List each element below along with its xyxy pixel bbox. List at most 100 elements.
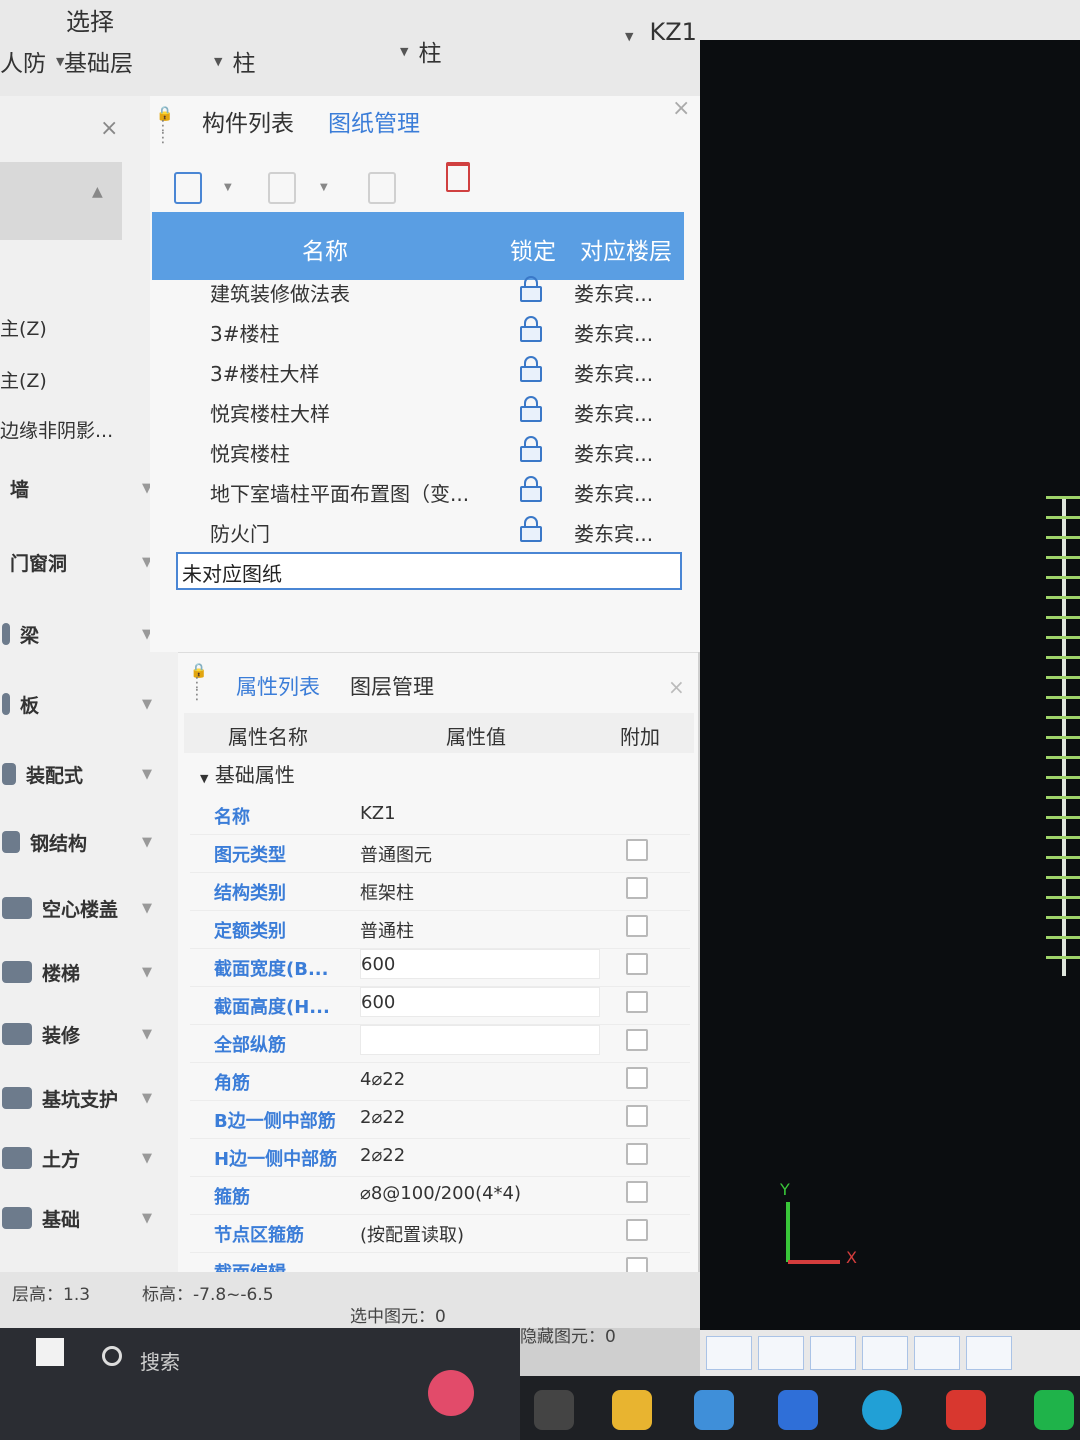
tab-drawing-management[interactable]: 图纸管理 bbox=[328, 104, 420, 138]
column-floor[interactable]: 对应楼层 bbox=[580, 232, 672, 266]
delete-icon[interactable] bbox=[446, 162, 470, 192]
extra-checkbox[interactable] bbox=[626, 1181, 648, 1203]
store-icon[interactable] bbox=[694, 1390, 734, 1430]
civil-defense-combo[interactable]: 人防 ▼ bbox=[0, 44, 64, 78]
search-icon[interactable] bbox=[102, 1346, 122, 1366]
property-value[interactable]: 普通柱 bbox=[360, 917, 600, 947]
property-row[interactable]: 定额类别 普通柱 bbox=[190, 909, 690, 949]
property-row[interactable]: 箍筋 ⌀8@100/200(4*4) bbox=[190, 1175, 690, 1215]
property-row[interactable]: H边一侧中部筋 2⌀22 bbox=[190, 1137, 690, 1177]
property-row[interactable]: 图元类型 普通图元 bbox=[190, 833, 690, 873]
sidebar-cat-slab[interactable]: 板 ▼ bbox=[0, 684, 178, 724]
wps-icon[interactable] bbox=[946, 1390, 986, 1430]
extra-checkbox[interactable] bbox=[626, 915, 648, 937]
copy-drawing-icon[interactable] bbox=[268, 172, 296, 204]
windows-start-icon[interactable] bbox=[36, 1338, 64, 1366]
group-basic-properties[interactable]: ▼ 基础属性 bbox=[200, 759, 295, 788]
add-drawing-icon[interactable] bbox=[174, 172, 202, 204]
sidebar-item-column-2[interactable]: 主(Z) bbox=[0, 366, 47, 393]
component-name-combo[interactable]: ▼ KZ1 bbox=[625, 18, 697, 46]
extra-checkbox[interactable] bbox=[626, 1219, 648, 1241]
sidebar-cat-earthwork[interactable]: 土方 ▼ bbox=[0, 1138, 178, 1178]
drawing-row[interactable]: 悦宾楼柱大样 娄东宾... bbox=[174, 392, 684, 432]
close-icon[interactable]: × bbox=[100, 116, 118, 141]
property-value[interactable]: 框架柱 bbox=[360, 879, 600, 909]
property-row[interactable]: B边一侧中部筋 2⌀22 bbox=[190, 1099, 690, 1139]
lock-icon[interactable] bbox=[520, 356, 542, 382]
sidebar-cat-steel[interactable]: 钢结构 ▼ bbox=[0, 822, 178, 862]
tab-component-list[interactable]: 构件列表 bbox=[202, 104, 294, 138]
tab-property-list[interactable]: 属性列表 bbox=[236, 671, 320, 701]
lock-icon[interactable] bbox=[520, 316, 542, 342]
property-value[interactable]: KZ1 bbox=[360, 803, 600, 833]
select-label[interactable]: 选择 bbox=[66, 2, 114, 37]
cross-select-icon[interactable] bbox=[862, 1336, 908, 1370]
drawing-row[interactable]: 3#楼柱大样 娄东宾... bbox=[174, 352, 684, 392]
extra-checkbox[interactable] bbox=[626, 1029, 648, 1051]
lock-icon[interactable] bbox=[520, 476, 542, 502]
property-value[interactable]: ⌀8@100/200(4*4) bbox=[360, 1183, 600, 1213]
property-value[interactable]: 4⌀22 bbox=[360, 1069, 600, 1099]
sidebar-cat-pit-support[interactable]: 基坑支护 ▼ bbox=[0, 1078, 178, 1118]
component-subtype-combo[interactable]: ▼ 柱 bbox=[400, 34, 441, 68]
extra-checkbox[interactable] bbox=[626, 953, 648, 975]
angle-icon[interactable] bbox=[914, 1336, 960, 1370]
ortho-icon[interactable] bbox=[706, 1336, 752, 1370]
extra-checkbox[interactable] bbox=[626, 877, 648, 899]
select-box-icon[interactable] bbox=[758, 1336, 804, 1370]
snap-icon[interactable] bbox=[966, 1336, 1012, 1370]
extra-checkbox[interactable] bbox=[626, 991, 648, 1013]
column-lock[interactable]: 锁定 bbox=[510, 232, 556, 266]
extra-checkbox[interactable] bbox=[626, 839, 648, 861]
sidebar-cat-stairs[interactable]: 楼梯 ▼ bbox=[0, 952, 178, 992]
drawing-row[interactable]: 地下室墙柱平面布置图（变... 娄东宾... bbox=[174, 472, 684, 512]
lock-grip-icon[interactable]: 🔒 ⋮ ⋮ bbox=[190, 664, 207, 702]
property-row[interactable]: 截面高度(H... 600 bbox=[190, 985, 690, 1025]
property-value[interactable]: 普通图元 bbox=[360, 841, 600, 871]
unassigned-drawings-row[interactable]: 未对应图纸 bbox=[176, 552, 682, 590]
property-row[interactable]: 名称 KZ1 bbox=[190, 795, 690, 835]
property-row[interactable]: 截面宽度(B... 600 bbox=[190, 947, 690, 987]
split-drawing-icon[interactable] bbox=[368, 172, 396, 204]
lock-icon[interactable] bbox=[520, 516, 542, 542]
property-value[interactable]: (按配置读取) bbox=[360, 1221, 600, 1251]
property-value[interactable]: 2⌀22 bbox=[360, 1145, 600, 1175]
property-row[interactable]: 结构类别 框架柱 bbox=[190, 871, 690, 911]
property-value[interactable]: 600 bbox=[360, 987, 600, 1017]
close-icon[interactable]: × bbox=[668, 675, 685, 699]
close-icon[interactable]: × bbox=[672, 96, 690, 121]
property-value[interactable] bbox=[360, 1025, 600, 1055]
column-name[interactable]: 名称 bbox=[302, 232, 348, 266]
lock-icon[interactable] bbox=[520, 276, 542, 302]
drawing-row[interactable]: 3#楼柱 娄东宾... bbox=[174, 312, 684, 352]
lock-icon[interactable] bbox=[520, 436, 542, 462]
tab-layer-management[interactable]: 图层管理 bbox=[350, 671, 434, 701]
chevron-down-icon[interactable]: ▼ bbox=[224, 182, 232, 193]
app-icon[interactable] bbox=[778, 1390, 818, 1430]
sidebar-cat-hollow-floor[interactable]: 空心楼盖 ▼ bbox=[0, 888, 178, 928]
chevron-down-icon[interactable]: ▼ bbox=[320, 182, 328, 193]
sidebar-cat-prefab[interactable]: 装配式 ▼ bbox=[0, 754, 178, 794]
sidebar-cat-foundation[interactable]: 基础 ▼ bbox=[0, 1198, 178, 1238]
sidebar-selected-item[interactable]: ▲ bbox=[0, 162, 122, 240]
drawing-row[interactable]: 建筑装修做法表 娄东宾... bbox=[174, 272, 684, 312]
wechat-icon[interactable] bbox=[1034, 1390, 1074, 1430]
tree-app-icon[interactable] bbox=[428, 1370, 474, 1416]
taskbar-search[interactable]: 搜索 bbox=[140, 1346, 180, 1375]
file-explorer-icon[interactable] bbox=[612, 1390, 652, 1430]
filter-icon[interactable] bbox=[810, 1336, 856, 1370]
property-value[interactable]: 2⌀22 bbox=[360, 1107, 600, 1137]
sidebar-item-column[interactable]: 主(Z) bbox=[0, 314, 47, 341]
task-view-icon[interactable] bbox=[534, 1390, 574, 1430]
sidebar-cat-decoration[interactable]: 装修 ▼ bbox=[0, 1014, 178, 1054]
drawing-row[interactable]: 防火门 娄东宾... bbox=[174, 512, 684, 552]
extra-checkbox[interactable] bbox=[626, 1143, 648, 1165]
edge-browser-icon[interactable] bbox=[862, 1390, 902, 1430]
sidebar-item-edge-column[interactable]: 边缘非阴影... bbox=[0, 416, 113, 443]
floor-combo[interactable]: 基础层 bbox=[64, 44, 133, 78]
component-type-combo[interactable]: ▼ 柱 bbox=[214, 44, 255, 78]
drawing-row[interactable]: 悦宾楼柱 娄东宾... bbox=[174, 432, 684, 472]
lock-icon[interactable] bbox=[520, 396, 542, 422]
property-row[interactable]: 角筋 4⌀22 bbox=[190, 1061, 690, 1101]
extra-checkbox[interactable] bbox=[626, 1105, 648, 1127]
